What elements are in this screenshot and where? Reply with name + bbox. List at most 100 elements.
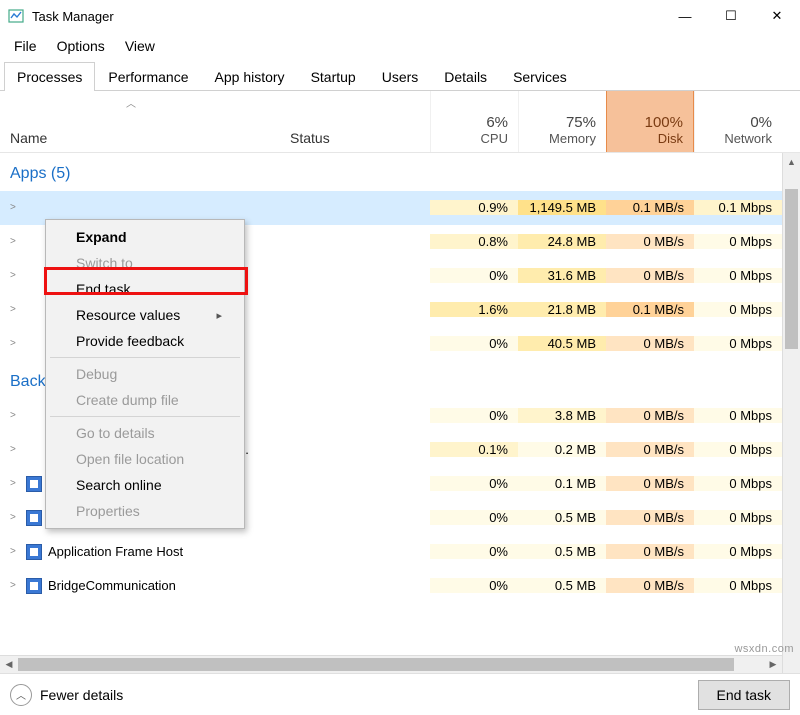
context-menu-item-expand[interactable]: Expand <box>48 224 242 250</box>
metric-cpu: 1.6% <box>430 302 518 317</box>
process-row[interactable]: >Application Frame Host0%0.5 MB0 MB/s0 M… <box>0 535 800 569</box>
metric-mem: 0.2 MB <box>518 442 606 457</box>
context-menu-item-open-file-location: Open file location <box>48 446 242 472</box>
process-name-cell[interactable]: >BridgeCommunication <box>0 578 280 594</box>
expand-caret-icon[interactable]: > <box>10 478 20 489</box>
scroll-right-icon[interactable]: ▶ <box>764 656 782 673</box>
tabstrip: ProcessesPerformanceApp historyStartupUs… <box>0 62 800 91</box>
metric-disk: 0 MB/s <box>606 336 694 351</box>
column-header-disk[interactable]: 100% Disk <box>606 91 694 152</box>
process-icon <box>26 510 42 526</box>
column-header-status[interactable]: Status <box>280 91 430 152</box>
horizontal-scrollbar[interactable]: ◀ ▶ <box>0 655 782 673</box>
expand-caret-icon[interactable]: > <box>10 338 20 349</box>
context-menu-label: Go to details <box>76 425 155 441</box>
expand-caret-icon[interactable]: > <box>10 304 20 315</box>
expand-caret-icon[interactable]: > <box>10 236 20 247</box>
column-header-memory[interactable]: 75% Memory <box>518 91 606 152</box>
chevron-up-icon: ︿ <box>10 684 32 706</box>
context-menu-item-switch-to: Switch to <box>48 250 242 276</box>
scroll-thumb[interactable] <box>785 189 798 349</box>
context-menu-item-end-task[interactable]: End task <box>48 276 242 302</box>
menu-view[interactable]: View <box>115 34 165 58</box>
metric-mem: 3.8 MB <box>518 408 606 423</box>
metric-disk: 0 MB/s <box>606 476 694 491</box>
metric-net: 0 Mbps <box>694 234 782 249</box>
scroll-thumb-h[interactable] <box>18 658 734 671</box>
menu-file[interactable]: File <box>4 34 47 58</box>
process-name-label: Application Frame Host <box>48 544 183 559</box>
context-menu-label: Resource values <box>76 307 180 323</box>
context-menu-item-search-online[interactable]: Search online <box>48 472 242 498</box>
metric-cpu: 0% <box>430 408 518 423</box>
metric-mem: 31.6 MB <box>518 268 606 283</box>
tab-startup[interactable]: Startup <box>298 62 369 91</box>
metric-cpu: 0.1% <box>430 442 518 457</box>
context-menu-separator <box>50 357 240 358</box>
metric-mem: 24.8 MB <box>518 234 606 249</box>
metric-net: 0 Mbps <box>694 544 782 559</box>
metric-disk: 0.1 MB/s <box>606 302 694 317</box>
process-row[interactable]: >BridgeCommunication0%0.5 MB0 MB/s0 Mbps <box>0 569 800 603</box>
end-task-button[interactable]: End task <box>698 680 790 710</box>
metric-mem: 0.1 MB <box>518 476 606 491</box>
context-menu-item-go-to-details: Go to details <box>48 420 242 446</box>
menu-options[interactable]: Options <box>47 34 115 58</box>
expand-caret-icon[interactable]: > <box>10 410 20 421</box>
metric-mem: 40.5 MB <box>518 336 606 351</box>
fewer-details-button[interactable]: ︿ Fewer details <box>10 684 123 706</box>
expand-caret-icon[interactable]: > <box>10 202 20 213</box>
expand-caret-icon[interactable]: > <box>10 270 20 281</box>
metric-net: 0 Mbps <box>694 442 782 457</box>
column-header-cpu[interactable]: 6% CPU <box>430 91 518 152</box>
context-menu-separator <box>50 416 240 417</box>
scroll-up-icon[interactable]: ▲ <box>783 153 800 171</box>
group-header-apps[interactable]: Apps (5) <box>0 153 800 191</box>
metric-net: 0.1 Mbps <box>694 200 782 215</box>
tab-users[interactable]: Users <box>369 62 432 91</box>
metric-net: 0 Mbps <box>694 408 782 423</box>
context-menu-label: Debug <box>76 366 117 382</box>
menubar: FileOptionsView <box>0 32 800 60</box>
metric-mem: 0.5 MB <box>518 544 606 559</box>
metric-mem: 1,149.5 MB <box>518 200 606 215</box>
context-menu-item-resource-values[interactable]: Resource values▸ <box>48 302 242 328</box>
vertical-scrollbar[interactable]: ▲ ▼ <box>782 153 800 713</box>
metric-cpu: 0% <box>430 336 518 351</box>
metric-disk: 0 MB/s <box>606 544 694 559</box>
titlebar: Task Manager — ☐ ✕ <box>0 0 800 32</box>
process-icon <box>26 578 42 594</box>
metric-mem: 21.8 MB <box>518 302 606 317</box>
expand-caret-icon[interactable]: > <box>10 546 20 557</box>
minimize-button[interactable]: — <box>662 0 708 32</box>
expand-caret-icon[interactable]: > <box>10 444 20 455</box>
tab-app-history[interactable]: App history <box>202 62 298 91</box>
metric-cpu: 0% <box>430 268 518 283</box>
tab-services[interactable]: Services <box>500 62 580 91</box>
metric-cpu: 0% <box>430 476 518 491</box>
maximize-button[interactable]: ☐ <box>708 0 754 32</box>
metric-disk: 0 MB/s <box>606 268 694 283</box>
window-title: Task Manager <box>32 9 662 24</box>
expand-caret-icon[interactable]: > <box>10 580 20 591</box>
tab-details[interactable]: Details <box>431 62 500 91</box>
tab-performance[interactable]: Performance <box>95 62 201 91</box>
metric-net: 0 Mbps <box>694 336 782 351</box>
column-header-network[interactable]: 0% Network <box>694 91 782 152</box>
process-name-cell[interactable]: > <box>0 202 280 213</box>
close-button[interactable]: ✕ <box>754 0 800 32</box>
column-header-name[interactable]: ︿ Name <box>0 91 280 152</box>
metric-disk: 0 MB/s <box>606 408 694 423</box>
scroll-left-icon[interactable]: ◀ <box>0 656 18 673</box>
tab-processes[interactable]: Processes <box>4 62 95 91</box>
expand-caret-icon[interactable]: > <box>10 512 20 523</box>
context-menu-label: Open file location <box>76 451 184 467</box>
context-menu-label: Search online <box>76 477 162 493</box>
task-manager-icon <box>8 8 24 24</box>
context-menu-item-provide-feedback[interactable]: Provide feedback <box>48 328 242 354</box>
process-name-cell[interactable]: > Application Frame Host <box>0 544 280 560</box>
sort-indicator-icon: ︿ <box>126 95 136 110</box>
metric-cpu: 0% <box>430 510 518 525</box>
context-menu-item-create-dump-file: Create dump file <box>48 387 242 413</box>
context-menu-label: Properties <box>76 503 140 519</box>
